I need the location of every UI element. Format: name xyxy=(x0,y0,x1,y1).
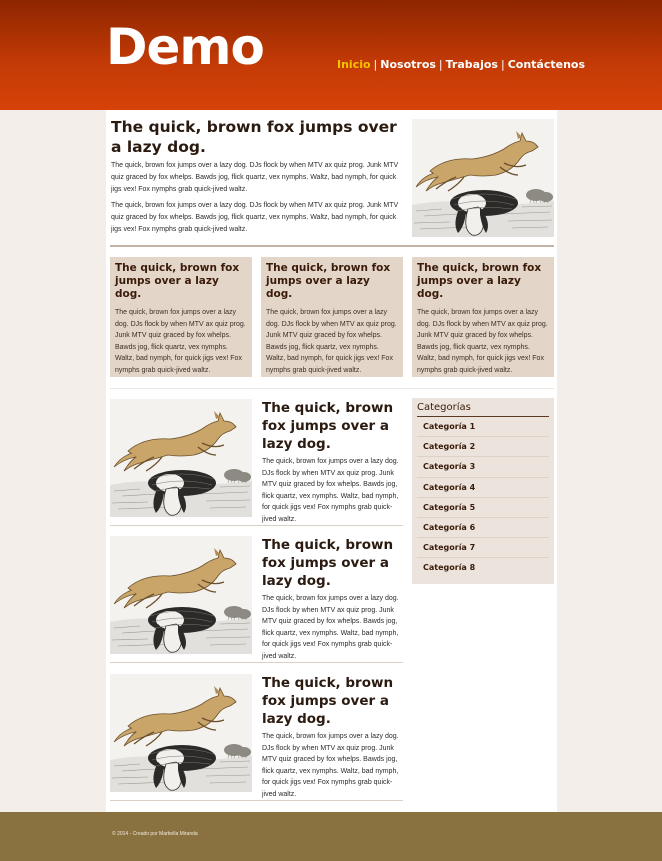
post-item: The quick, brown fox jumps over a lazy d… xyxy=(110,674,403,802)
site-footer: © 2014 - Creado por Marbella Miranda xyxy=(0,812,662,861)
category-link-1[interactable]: Categoría 1 xyxy=(417,417,549,438)
post-item: The quick, brown fox jumps over a lazy d… xyxy=(110,399,403,527)
card-title: The quick, brown fox jumps over a lazy d… xyxy=(266,262,391,300)
sidebar-title: Categorías xyxy=(417,402,549,417)
category-link-2[interactable]: Categoría 2 xyxy=(417,437,549,458)
post-text: The quick, brown fox jumps over a lazy d… xyxy=(262,733,399,798)
post-divider xyxy=(110,800,403,801)
post-divider xyxy=(110,525,403,526)
nav-link-nosotros[interactable]: Nosotros xyxy=(380,58,436,71)
category-link-8[interactable]: Categoría 8 xyxy=(417,558,549,578)
hero-title: The quick, brown fox jumps over a lazy d… xyxy=(111,118,397,156)
category-link-4[interactable]: Categoría 4 xyxy=(417,478,549,498)
footer-copyright: © 2014 - Creado por Marbella Miranda xyxy=(112,831,198,837)
post-title[interactable]: The quick, brown fox jumps over a lazy d… xyxy=(262,399,402,453)
section-divider xyxy=(110,245,554,247)
main-content: The quick, brown fox jumps over a lazy d… xyxy=(106,110,557,812)
site-header: Demo Inicio | Nosotros | Trabajos | Contácteno… xyxy=(0,0,662,110)
nav-separator: | xyxy=(438,58,443,71)
fox-jumping-over-dog-icon xyxy=(412,119,554,237)
category-link-6[interactable]: Categoría 6 xyxy=(417,518,549,539)
card-text: The quick, brown fox jumps over a lazy d… xyxy=(266,309,397,374)
categories-sidebar: Categorías Categoría 1 Categoría 2 Categ… xyxy=(412,398,554,584)
main-nav: Inicio | Nosotros | Trabajos | Contáctenos xyxy=(337,58,585,71)
fox-jumping-over-dog-icon xyxy=(110,674,252,792)
site-logo[interactable]: Demo xyxy=(106,18,265,76)
post-title[interactable]: The quick, brown fox jumps over a lazy d… xyxy=(262,536,402,590)
post-item: The quick, brown fox jumps over a lazy d… xyxy=(110,536,403,664)
feature-card: The quick, brown fox jumps over a lazy d… xyxy=(110,257,252,377)
post-divider xyxy=(110,662,403,663)
fox-jumping-over-dog-icon xyxy=(110,399,252,517)
card-text: The quick, brown fox jumps over a lazy d… xyxy=(417,309,548,374)
section-divider xyxy=(110,388,554,389)
category-link-5[interactable]: Categoría 5 xyxy=(417,498,549,518)
card-title: The quick, brown fox jumps over a lazy d… xyxy=(417,262,542,300)
nav-link-trabajos[interactable]: Trabajos xyxy=(446,58,498,71)
feature-card: The quick, brown fox jumps over a lazy d… xyxy=(261,257,403,377)
nav-separator: | xyxy=(373,58,378,71)
card-text: The quick, brown fox jumps over a lazy d… xyxy=(115,309,246,374)
category-link-7[interactable]: Categoría 7 xyxy=(417,538,549,559)
post-title[interactable]: The quick, brown fox jumps over a lazy d… xyxy=(262,674,402,728)
fox-jumping-over-dog-icon xyxy=(110,536,252,654)
category-list: Categoría 1 Categoría 2 Categoría 3 Cate… xyxy=(417,417,549,579)
post-text: The quick, brown fox jumps over a lazy d… xyxy=(262,458,399,523)
category-link-3[interactable]: Categoría 3 xyxy=(417,457,549,478)
feature-card: The quick, brown fox jumps over a lazy d… xyxy=(412,257,554,377)
nav-separator: | xyxy=(500,58,505,71)
hero-paragraph: The quick, brown fox jumps over a lazy d… xyxy=(111,162,399,193)
card-title: The quick, brown fox jumps over a lazy d… xyxy=(115,262,240,300)
post-text: The quick, brown fox jumps over a lazy d… xyxy=(262,595,399,660)
hero-paragraph: The quick, brown fox jumps over a lazy d… xyxy=(111,202,399,233)
nav-link-inicio[interactable]: Inicio xyxy=(337,58,371,71)
nav-link-contactenos[interactable]: Contáctenos xyxy=(508,58,585,71)
